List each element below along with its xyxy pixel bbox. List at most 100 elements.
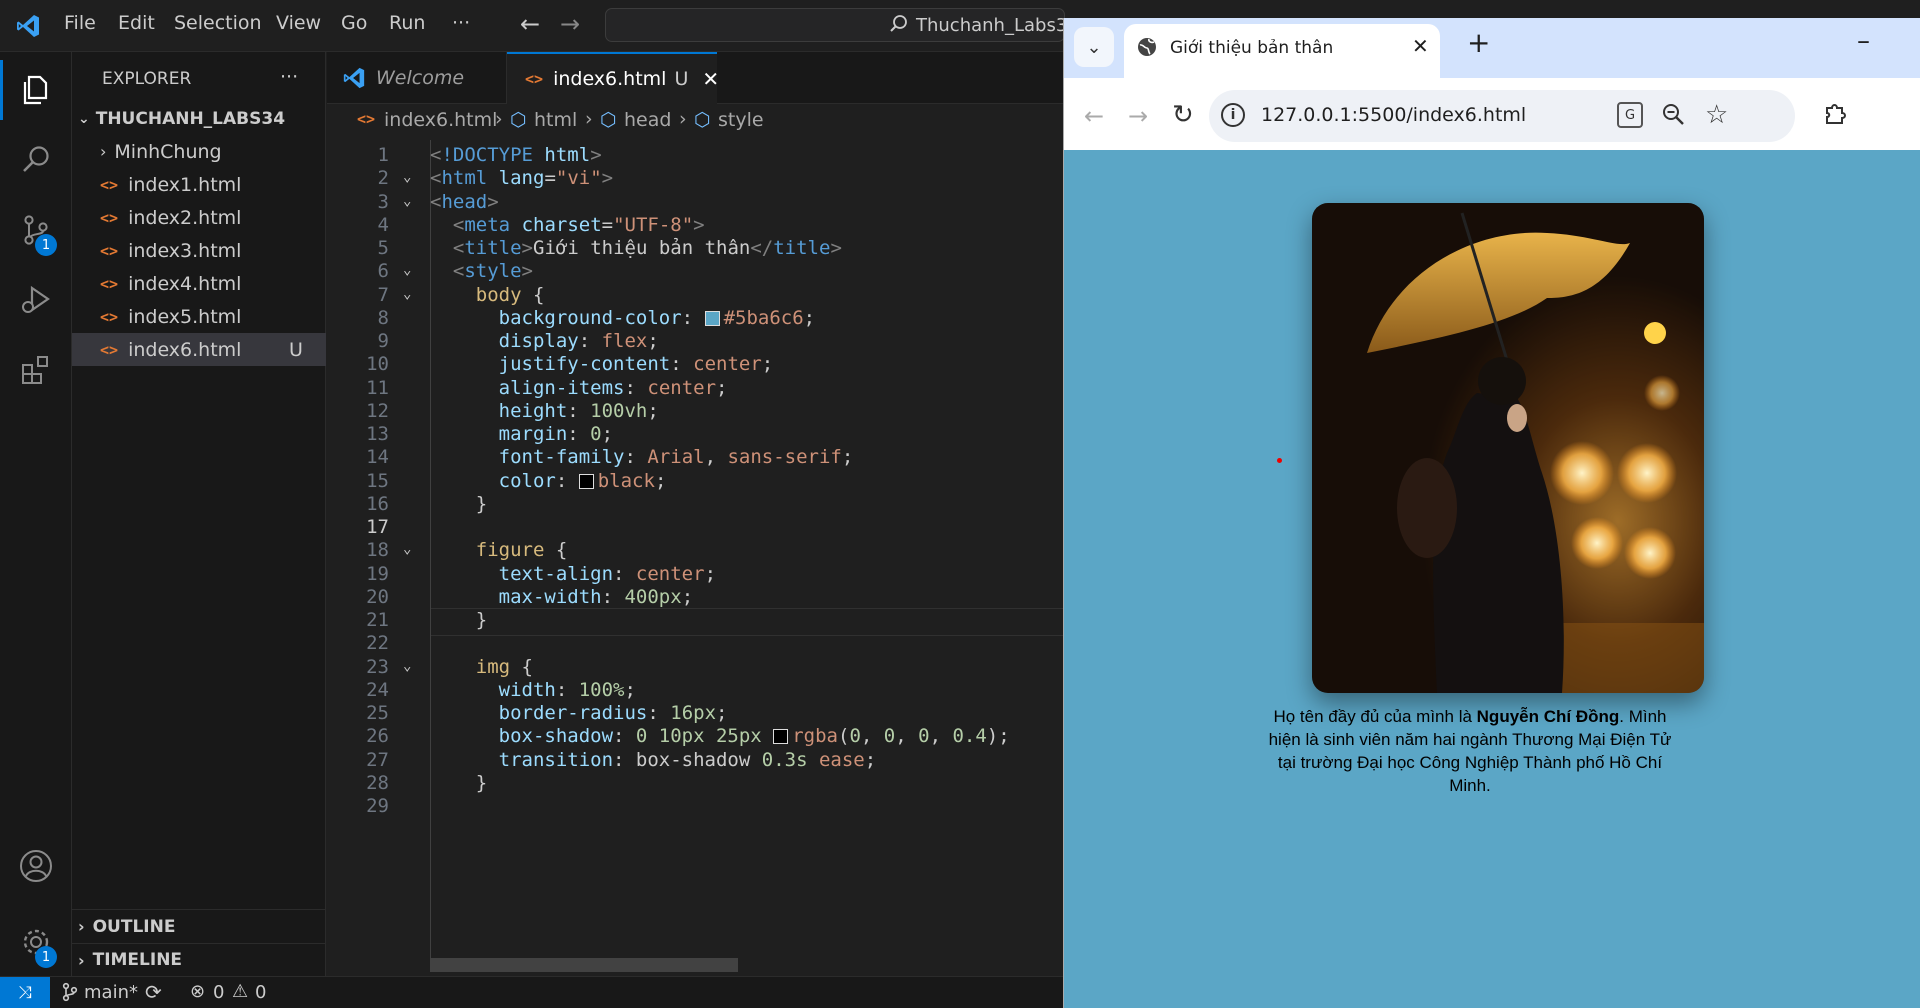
code-line: <meta charset="UTF-8"> bbox=[452, 213, 705, 236]
back-arrow-icon[interactable]: ← bbox=[1084, 102, 1104, 130]
warning-count[interactable]: 0 bbox=[255, 982, 266, 1003]
reload-icon[interactable]: ↻ bbox=[1172, 100, 1194, 130]
workspace-folder-label: THUCHANH_LABS34 bbox=[95, 108, 286, 129]
line-number: 19 bbox=[366, 562, 389, 585]
zoom-icon[interactable] bbox=[1661, 102, 1687, 133]
new-tab-plus-icon[interactable]: + bbox=[1467, 26, 1490, 59]
fold-chevron-icon[interactable]: ⌄ bbox=[403, 658, 411, 674]
extensions-icon[interactable] bbox=[0, 340, 72, 400]
sync-icon[interactable]: ⟳ bbox=[145, 980, 162, 1004]
line-number: 7 bbox=[377, 283, 389, 306]
line-number: 23 bbox=[366, 655, 389, 678]
code-line: background-color: #5ba6c6; bbox=[498, 306, 816, 329]
site-info-icon[interactable]: i bbox=[1221, 103, 1245, 127]
minimize-icon[interactable]: – bbox=[1857, 26, 1870, 56]
url-text[interactable]: 127.0.0.1:5500/index6.html bbox=[1261, 104, 1526, 126]
line-number: 17 bbox=[366, 516, 389, 538]
forward-arrow-icon[interactable]: → bbox=[1128, 102, 1148, 130]
tree-item-index3[interactable]: <> index3.html bbox=[72, 234, 326, 267]
translate-icon[interactable]: G bbox=[1617, 102, 1643, 128]
line-number: 24 bbox=[366, 678, 389, 701]
line-number: 12 bbox=[366, 399, 389, 422]
forward-arrow-icon[interactable]: → bbox=[560, 10, 580, 38]
chevron-right-icon: › bbox=[78, 950, 85, 970]
chevron-right-icon: › bbox=[100, 142, 107, 161]
code-line: figure { bbox=[475, 539, 568, 562]
search-view-icon[interactable] bbox=[0, 130, 72, 190]
close-icon[interactable]: ✕ bbox=[1412, 34, 1429, 58]
breadcrumb-item[interactable]: style bbox=[718, 109, 764, 131]
code-line: } bbox=[430, 771, 488, 794]
horizontal-scrollbar[interactable] bbox=[430, 958, 738, 972]
tree-item-index6[interactable]: <> index6.html U bbox=[72, 333, 326, 366]
run-debug-icon[interactable] bbox=[0, 270, 72, 330]
extensions-puzzle-icon[interactable] bbox=[1822, 100, 1850, 133]
breadcrumb-item[interactable]: head bbox=[624, 109, 671, 131]
menu-view[interactable]: View bbox=[276, 12, 321, 34]
tab-label: index6.html bbox=[553, 68, 667, 90]
code-line: <!DOCTYPE html> bbox=[430, 144, 602, 166]
close-icon[interactable]: ✕ bbox=[702, 67, 719, 91]
line-number: 15 bbox=[366, 469, 389, 492]
source-control-badge: 1 bbox=[35, 234, 57, 256]
explorer-icon[interactable] bbox=[0, 60, 72, 120]
tree-item-index2[interactable]: <> index2.html bbox=[72, 201, 326, 234]
code-editor[interactable]: 1 <!DOCTYPE html> 2 ⌄ <html lang="vi"> 3 ⌄ <hea… bbox=[327, 140, 1063, 976]
branch-label[interactable]: main* bbox=[84, 982, 138, 1003]
menu-edit[interactable]: Edit bbox=[118, 12, 155, 34]
command-center[interactable]: Thuchanh_Labs34 bbox=[605, 8, 1079, 42]
error-icon: ⊗ bbox=[190, 981, 206, 1002]
tab-welcome[interactable]: Welcome bbox=[327, 52, 507, 104]
fold-chevron-icon[interactable]: ⌄ bbox=[403, 541, 411, 557]
remote-indicator[interactable]: ⤨ bbox=[0, 977, 50, 1008]
menu-selection[interactable]: Selection bbox=[174, 12, 262, 34]
code-line: justify-content: center; bbox=[498, 353, 774, 376]
menu-run[interactable]: Run bbox=[389, 12, 425, 34]
outline-label: OUTLINE bbox=[92, 916, 176, 937]
workspace-folder[interactable]: ⌄ THUCHANH_LABS34 bbox=[72, 102, 326, 135]
tree-item-label: index1.html bbox=[128, 173, 242, 196]
vscode-logo-icon bbox=[342, 66, 366, 90]
back-arrow-icon[interactable]: ← bbox=[520, 10, 540, 38]
menu-more[interactable]: ··· bbox=[452, 12, 470, 34]
tab-search-button[interactable]: ⌄ bbox=[1074, 27, 1114, 67]
star-icon[interactable]: ☆ bbox=[1705, 100, 1728, 130]
html-file-icon: <> bbox=[100, 208, 119, 227]
fold-chevron-icon[interactable]: ⌄ bbox=[403, 193, 411, 209]
menu-go[interactable]: Go bbox=[341, 12, 367, 34]
tree-item-index4[interactable]: <> index4.html bbox=[72, 267, 326, 300]
line-number: 10 bbox=[366, 353, 389, 376]
settings-gear-icon[interactable]: 1 bbox=[0, 912, 72, 972]
fold-chevron-icon[interactable]: ⌄ bbox=[403, 286, 411, 302]
error-count[interactable]: 0 bbox=[213, 982, 224, 1003]
menu-file[interactable]: File bbox=[64, 12, 96, 34]
fold-chevron-icon[interactable]: ⌄ bbox=[403, 262, 411, 278]
line-number: 25 bbox=[366, 702, 389, 724]
globe-icon bbox=[1136, 36, 1158, 63]
status-bar: ⤨ main* ⟳ ⊗ 0 ⚠ 0 bbox=[0, 976, 1063, 1008]
tree-item-label: index4.html bbox=[128, 272, 242, 295]
explorer-more-button[interactable]: ··· bbox=[280, 66, 298, 88]
outline-section[interactable]: › OUTLINE bbox=[72, 910, 326, 943]
account-icon[interactable] bbox=[0, 836, 72, 896]
breadcrumb-item[interactable]: html bbox=[534, 109, 577, 131]
timeline-section[interactable]: › TIMELINE bbox=[72, 943, 326, 976]
fold-chevron-icon[interactable]: ⌄ bbox=[403, 169, 411, 185]
tab-index6[interactable]: <> index6.html U ✕ bbox=[507, 52, 719, 104]
title-bar: File Edit Selection View Go Run ··· ← → … bbox=[0, 0, 1079, 52]
address-bar[interactable]: i 127.0.0.1:5500/index6.html G ☆ bbox=[1209, 90, 1795, 142]
line-number: 28 bbox=[366, 771, 389, 794]
tree-item-minhchung[interactable]: › MinhChung bbox=[72, 135, 326, 168]
tree-item-index5[interactable]: <> index5.html bbox=[72, 300, 326, 333]
element-icon: ⬡ bbox=[600, 109, 617, 131]
line-number: 21 bbox=[366, 609, 389, 631]
breadcrumb-item[interactable]: index6.html bbox=[384, 109, 497, 131]
line-number: 18 bbox=[366, 539, 389, 562]
current-line-highlight bbox=[430, 608, 1063, 636]
code-line: max-width: 400px; bbox=[498, 585, 694, 608]
browser-tab[interactable]: Giới thiệu bản thân ✕ bbox=[1124, 24, 1440, 78]
source-control-icon[interactable]: 1 bbox=[0, 200, 72, 260]
explorer-sidebar: EXPLORER ··· ⌄ THUCHANH_LABS34 › MinhChu… bbox=[72, 52, 326, 976]
tree-item-index1[interactable]: <> index1.html bbox=[72, 168, 326, 201]
web-page: Họ tên đầy đủ của mình là Nguyễn Chí Đồn… bbox=[1064, 150, 1920, 1008]
